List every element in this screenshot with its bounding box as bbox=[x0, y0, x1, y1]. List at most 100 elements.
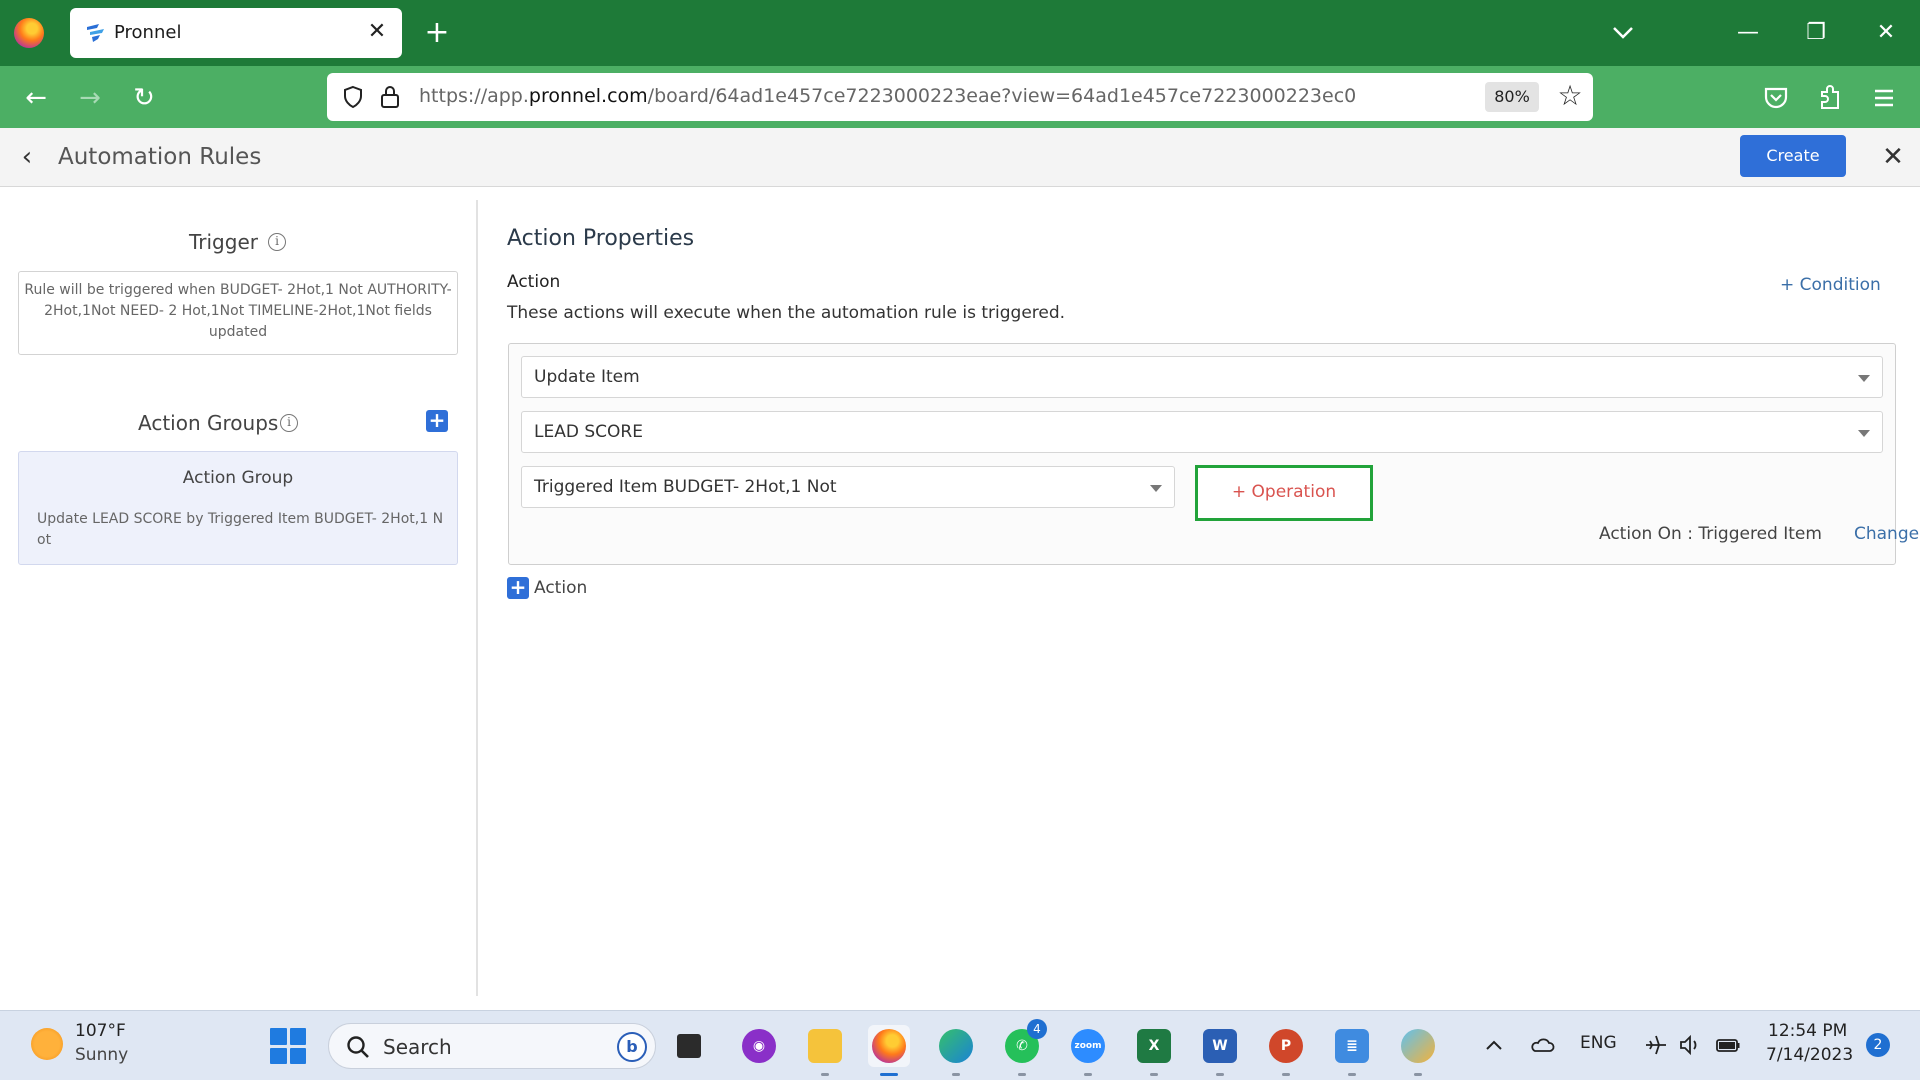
action-type-select[interactable]: Update Item bbox=[521, 356, 1883, 398]
running-indicator bbox=[1018, 1073, 1026, 1076]
action-group-card[interactable]: Action Group Update LEAD SCORE by Trigge… bbox=[18, 451, 458, 565]
add-condition-link[interactable]: + Condition bbox=[1780, 275, 1881, 295]
volume-icon[interactable] bbox=[1676, 1031, 1704, 1059]
powerpoint-icon: P bbox=[1269, 1029, 1303, 1063]
minimize-icon[interactable]: — bbox=[1728, 16, 1768, 50]
page-title: Automation Rules bbox=[58, 144, 262, 170]
search-icon bbox=[347, 1036, 369, 1058]
excel-icon: X bbox=[1137, 1029, 1171, 1063]
caret-down-icon bbox=[1858, 430, 1870, 437]
value-source-select[interactable]: Triggered Item BUDGET- 2Hot,1 Not bbox=[521, 466, 1175, 508]
taskbar-excel[interactable]: X bbox=[1133, 1025, 1175, 1076]
url-text[interactable]: https://app.pronnel.com/board/64ad1e457c… bbox=[419, 85, 1356, 107]
action-group-description: Update LEAD SCORE by Triggered Item BUDG… bbox=[37, 511, 444, 548]
create-button[interactable]: Create bbox=[1740, 135, 1846, 177]
word-icon: W bbox=[1203, 1029, 1237, 1063]
trigger-description: Rule will be triggered when BUDGET- 2Hot… bbox=[24, 282, 452, 340]
folder-icon bbox=[808, 1029, 842, 1063]
taskbar-paint[interactable] bbox=[1397, 1025, 1439, 1076]
language-indicator[interactable]: ENG bbox=[1580, 1033, 1617, 1053]
airplane-mode-icon[interactable] bbox=[1642, 1031, 1670, 1059]
running-indicator bbox=[1348, 1073, 1356, 1076]
new-tab-icon[interactable]: + bbox=[420, 16, 454, 50]
task-view-icon bbox=[677, 1034, 701, 1058]
taskbar-file-explorer[interactable] bbox=[804, 1025, 846, 1076]
action-description: These actions will execute when the auto… bbox=[507, 303, 1066, 323]
reload-icon[interactable]: ↻ bbox=[126, 80, 162, 116]
weather-temperature[interactable]: 107°F bbox=[75, 1021, 126, 1041]
taskbar-zoom[interactable]: zoom bbox=[1067, 1025, 1109, 1076]
taskbar-whatsapp[interactable]: ✆ 4 bbox=[1001, 1019, 1047, 1076]
action-editor-box: Update Item LEAD SCORE Triggered Item BU… bbox=[508, 343, 1919, 565]
window-close-icon[interactable]: ✕ bbox=[1866, 16, 1906, 50]
trigger-title: Trigger bbox=[189, 230, 258, 254]
search-placeholder: Search bbox=[383, 1035, 452, 1059]
action-label: Action bbox=[507, 272, 561, 292]
back-chevron-icon[interactable]: ‹ bbox=[12, 142, 42, 172]
url-bar[interactable]: https://app.pronnel.com/board/64ad1e457c… bbox=[327, 73, 1593, 121]
action-type-value: Update Item bbox=[534, 367, 640, 387]
url-path: /board/64ad1e457ce7223000223eae?view=64a… bbox=[647, 85, 1357, 107]
forward-arrow-icon[interactable]: → bbox=[72, 80, 108, 116]
app-header: ‹ Automation Rules Create ✕ bbox=[0, 128, 1920, 187]
value-source-value: Triggered Item BUDGET- 2Hot,1 Not bbox=[534, 477, 837, 497]
add-action-label: Action bbox=[534, 578, 588, 598]
tab-title: Pronnel bbox=[114, 22, 182, 43]
tab-close-icon[interactable]: ✕ bbox=[362, 17, 392, 47]
battery-icon[interactable] bbox=[1714, 1031, 1742, 1059]
url-prefix: https://app. bbox=[419, 85, 529, 107]
taskbar-app-mask[interactable]: ◉ bbox=[738, 1025, 780, 1067]
taskbar-word[interactable]: W bbox=[1199, 1025, 1241, 1076]
pronnel-favicon-icon bbox=[87, 24, 104, 42]
url-host: pronnel.com bbox=[528, 85, 648, 107]
tab-list-chevron-down-icon[interactable] bbox=[1606, 18, 1640, 48]
browser-tab-bar: Pronnel ✕ + — ❐ ✕ bbox=[0, 0, 1920, 66]
lock-icon[interactable] bbox=[379, 84, 401, 110]
taskbar-powerpoint[interactable]: P bbox=[1265, 1025, 1307, 1076]
windows-start-icon[interactable] bbox=[270, 1028, 306, 1064]
taskbar-search-box[interactable]: Search b bbox=[328, 1023, 656, 1069]
firefox-logo-icon[interactable] bbox=[14, 18, 44, 48]
edge-icon bbox=[939, 1029, 973, 1063]
browser-nav-bar: ← → ↻ https://app.pronnel.com/board/64ad… bbox=[0, 66, 1920, 128]
taskbar-firefox[interactable] bbox=[868, 1025, 910, 1076]
taskbar-task-view[interactable] bbox=[668, 1025, 710, 1067]
running-indicator bbox=[1084, 1073, 1092, 1076]
tray-chevron-up-icon[interactable] bbox=[1480, 1031, 1508, 1059]
hamburger-menu-icon[interactable] bbox=[1866, 80, 1902, 116]
browser-tab-pronnel[interactable]: Pronnel ✕ bbox=[70, 8, 402, 58]
weather-sun-icon[interactable] bbox=[31, 1028, 63, 1060]
trigger-description-box[interactable]: Rule will be triggered when BUDGET- 2Hot… bbox=[18, 271, 458, 355]
notification-count-badge[interactable]: 2 bbox=[1866, 1033, 1890, 1057]
add-action-group-icon[interactable]: + bbox=[426, 410, 448, 432]
change-link[interactable]: Change bbox=[1854, 524, 1919, 544]
close-icon[interactable]: ✕ bbox=[1876, 140, 1910, 174]
pocket-icon[interactable] bbox=[1758, 80, 1794, 116]
left-panel: Trigger i Rule will be triggered when BU… bbox=[0, 187, 476, 1010]
taskbar-edge[interactable] bbox=[935, 1025, 977, 1076]
notepad-icon: ≣ bbox=[1335, 1029, 1369, 1063]
back-arrow-icon[interactable]: ← bbox=[18, 80, 54, 116]
zoom-icon: zoom bbox=[1071, 1029, 1105, 1063]
action-groups-info-icon[interactable]: i bbox=[280, 414, 298, 432]
weather-condition[interactable]: Sunny bbox=[75, 1045, 128, 1065]
zoom-level-badge[interactable]: 80% bbox=[1485, 82, 1539, 112]
action-groups-title: Action Groups bbox=[138, 411, 279, 435]
caret-down-icon bbox=[1858, 375, 1870, 382]
action-on-text: Action On : Triggered Item bbox=[1599, 524, 1822, 544]
extensions-icon[interactable] bbox=[1812, 80, 1848, 116]
running-indicator bbox=[1282, 1073, 1290, 1076]
bing-icon[interactable]: b bbox=[617, 1032, 647, 1062]
restore-icon[interactable]: ❐ bbox=[1796, 16, 1836, 50]
trigger-info-icon[interactable]: i bbox=[268, 233, 286, 251]
clock-time[interactable]: 12:54 PM bbox=[1768, 1021, 1847, 1041]
action-properties-title: Action Properties bbox=[507, 226, 695, 251]
add-operation-button[interactable]: + Operation bbox=[1195, 465, 1373, 521]
taskbar-notepad[interactable]: ≣ bbox=[1331, 1025, 1373, 1076]
bookmark-star-icon[interactable]: ☆ bbox=[1554, 81, 1586, 113]
onedrive-cloud-icon[interactable] bbox=[1528, 1031, 1556, 1059]
shield-icon[interactable] bbox=[341, 85, 365, 109]
clock-date[interactable]: 7/14/2023 bbox=[1766, 1045, 1853, 1065]
operation-label: + Operation bbox=[1231, 482, 1337, 502]
field-select[interactable]: LEAD SCORE bbox=[521, 411, 1883, 453]
